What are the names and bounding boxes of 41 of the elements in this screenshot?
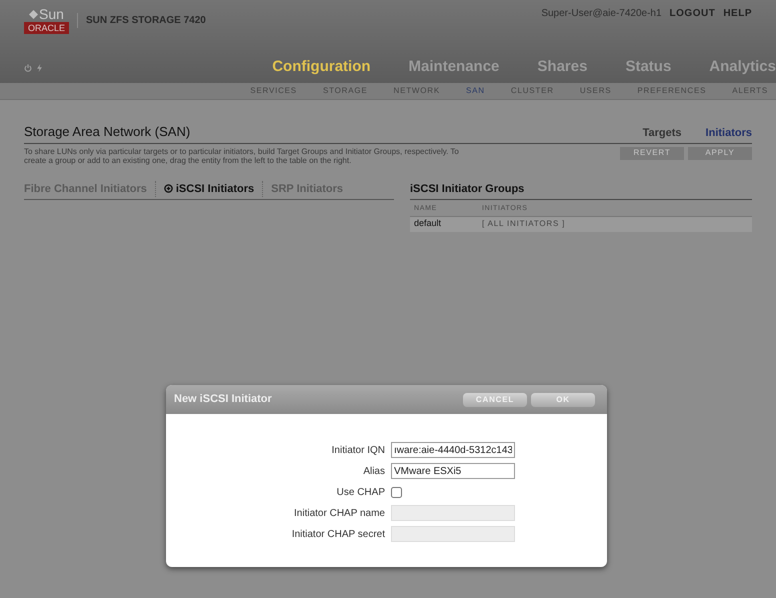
initiator-tab[interactable]: iSCSI Initiators <box>154 180 254 197</box>
lightning-icon[interactable] <box>36 64 43 72</box>
page-title: Storage Area Network (SAN) <box>24 123 190 141</box>
sub-tab[interactable]: SERVICES <box>250 85 297 97</box>
dialog-button[interactable]: CANCEL <box>463 392 527 406</box>
field-label: Use CHAP <box>336 486 385 500</box>
diamond-icon <box>29 10 38 18</box>
main-tab[interactable]: Status <box>625 56 672 79</box>
table-cell-text: default <box>413 217 442 230</box>
groups-title: iSCSI Initiator Groups <box>410 180 752 200</box>
sub-tab[interactable]: STORAGE <box>322 85 368 97</box>
power-icon[interactable] <box>24 64 32 72</box>
header-link[interactable]: LOGOUT <box>670 6 716 21</box>
main-tab[interactable]: Analytics <box>709 56 776 79</box>
sub-tab[interactable]: CLUSTER <box>510 85 554 97</box>
field-label: Alias <box>362 464 385 478</box>
text-field[interactable]: VMware ESXi5 <box>391 463 515 479</box>
sub-tab[interactable]: USERS <box>580 85 612 97</box>
view-link[interactable]: Initiators <box>706 125 752 142</box>
table-cell: [ ALL INITIATORS ] <box>482 218 566 230</box>
field-label: Initiator CHAP name <box>293 506 385 520</box>
sub-tab[interactable]: SAN <box>466 85 485 97</box>
page-description: To share LUNs only via particular targets or to particular initiators, build Target Groups and Initiator Groups, respectively. To create a group or add to an existing one, drag the entity from the left to the table on the right. <box>24 146 460 164</box>
view-link[interactable]: Targets <box>642 125 682 142</box>
main-tab[interactable]: Maintenance <box>408 56 500 79</box>
main-tab[interactable]: Shares <box>537 56 588 79</box>
product-name: SUN ZFS STORAGE 7420 <box>77 12 206 28</box>
sub-tab[interactable]: NETWORK <box>394 85 440 97</box>
logo-badge: ORACLE <box>24 22 70 34</box>
dialog-title: New iSCSI Initiator <box>174 392 272 408</box>
group-row[interactable]: default [ ALL INITIATORS ] <box>410 216 752 232</box>
use-chap-checkbox[interactable] <box>391 486 402 498</box>
user-name: Super-User@aie-7420e-h1 <box>541 7 662 21</box>
logo-text: Sun <box>29 6 64 22</box>
sub-tab[interactable]: PREFERENCES <box>637 85 706 97</box>
sub-tab[interactable]: ALERTS <box>732 85 768 97</box>
dialog-button[interactable]: OK <box>531 392 595 406</box>
main-tab[interactable]: Configuration <box>272 56 371 79</box>
header-link[interactable]: HELP <box>723 6 752 21</box>
field-label: Initiator CHAP secret <box>290 528 385 542</box>
field-label: Initiator IQN <box>330 444 385 458</box>
